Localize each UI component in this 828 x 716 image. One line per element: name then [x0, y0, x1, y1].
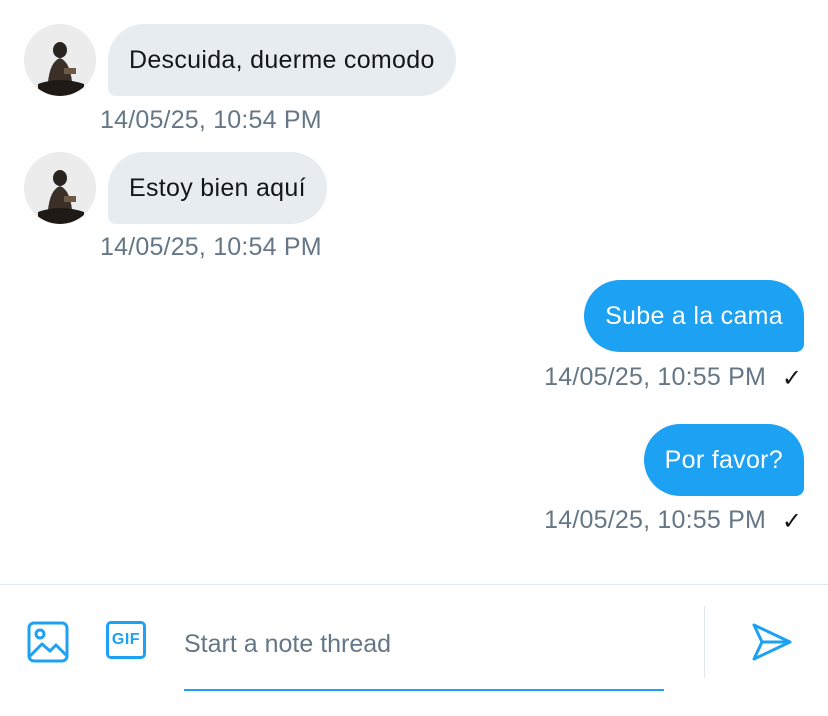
person-avatar-icon [24, 152, 96, 224]
message-bubble-incoming[interactable]: Descuida, duerme comodo [108, 24, 456, 96]
message-timestamp: 14/05/25, 10:55 PM [544, 363, 766, 391]
composer-divider [0, 584, 828, 585]
sent-check-icon: ✓ [781, 508, 802, 535]
sent-check-icon: ✓ [781, 365, 802, 392]
message-timestamp: 14/05/25, 10:54 PM [100, 106, 322, 134]
send-separator [704, 606, 705, 678]
message-timestamp: 14/05/25, 10:55 PM [544, 506, 766, 534]
message-bubble-outgoing[interactable]: Sube a la cama [584, 280, 804, 352]
avatar[interactable] [24, 24, 96, 96]
message-bubble-outgoing[interactable]: Por favor? [643, 424, 804, 496]
note-thread-input[interactable] [184, 612, 664, 676]
person-avatar-icon [24, 24, 96, 96]
message-timestamp: 14/05/25, 10:54 PM [100, 233, 322, 261]
input-focus-underline [184, 689, 664, 691]
image-icon[interactable] [26, 620, 70, 664]
gif-icon[interactable]: GIF [106, 621, 146, 659]
send-icon[interactable] [750, 620, 794, 664]
avatar[interactable] [24, 152, 96, 224]
dm-conversation-screen: Descuida, duerme comodo 14/05/25, 10:54 … [0, 0, 828, 716]
message-bubble-incoming[interactable]: Estoy bien aquí [108, 152, 327, 224]
